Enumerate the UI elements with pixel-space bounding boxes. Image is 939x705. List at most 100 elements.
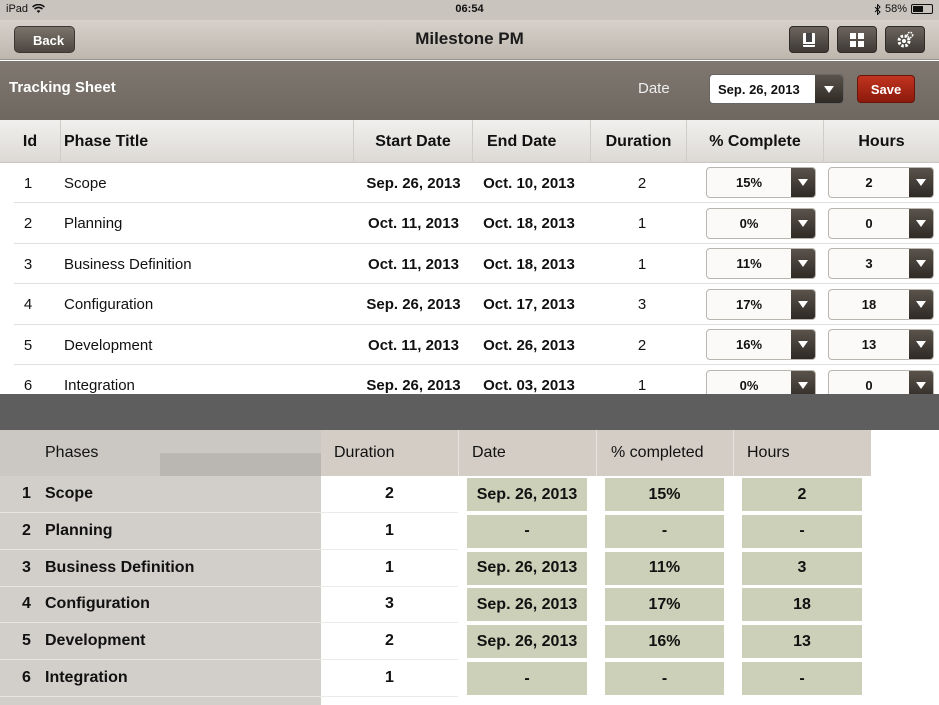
date-select[interactable]: Sep. 26, 2013 bbox=[709, 74, 844, 104]
summary-row[interactable]: 2 Planning 1- - - bbox=[0, 513, 871, 550]
summary-row-hours: 13 bbox=[742, 625, 862, 659]
summary-row[interactable]: 6 Integration 1- - - bbox=[0, 660, 871, 697]
summary-row-duration: 2 bbox=[321, 623, 458, 661]
row-id: 4 bbox=[23, 296, 33, 313]
summary-row-completed: 16% bbox=[605, 625, 724, 659]
tracking-sheet-title: Tracking Sheet bbox=[9, 79, 116, 96]
summary-row-hours: 3 bbox=[742, 551, 862, 585]
summary-row-phase: Scope bbox=[45, 485, 94, 502]
row-duration: 1 bbox=[637, 255, 647, 273]
row-duration: 1 bbox=[637, 215, 647, 232]
row-phase-title: Scope bbox=[64, 174, 107, 192]
row-duration: 2 bbox=[637, 336, 647, 354]
row-end-date: Oct. 17, 2013 bbox=[483, 296, 575, 313]
percent-complete-select[interactable]: 0% bbox=[706, 207, 816, 239]
summary-row-phase: Business Definition bbox=[45, 558, 195, 576]
bluetooth-icon bbox=[874, 3, 881, 15]
summary-row-completed: 11% bbox=[605, 551, 724, 585]
header-summary-date: Date bbox=[458, 430, 596, 476]
table-row[interactable]: 4 Configuration Sep. 26, 2013 Oct. 17, 2013… bbox=[0, 285, 939, 325]
hours-value: 0 bbox=[865, 377, 873, 393]
summary-phase-cell: 3 Business Definition bbox=[0, 550, 321, 587]
phases-header-cell: Phases bbox=[0, 430, 321, 476]
summary-row-duration: 1 bbox=[321, 513, 458, 550]
summary-phase-cell: 6 Integration bbox=[0, 660, 321, 697]
row-phase-title: Integration bbox=[64, 377, 135, 394]
hours-select[interactable]: 0 bbox=[828, 207, 934, 239]
row-id: 5 bbox=[23, 336, 33, 354]
percent-complete-value: 17% bbox=[735, 296, 763, 312]
row-end-date: Oct. 26, 2013 bbox=[483, 336, 575, 354]
row-phase-title: Development bbox=[64, 336, 153, 354]
table-row[interactable]: 6 Integration Sep. 26, 2013 Oct. 03, 2013 1 0… bbox=[0, 366, 939, 394]
row-id: 2 bbox=[23, 215, 33, 232]
summary-row-phase: Integration bbox=[45, 669, 128, 686]
settings-button[interactable] bbox=[885, 26, 925, 53]
summary-row-id: 1 bbox=[22, 485, 31, 502]
summary-table: Phases Duration Date % completed Hours 1… bbox=[0, 430, 939, 705]
row-start-date: Oct. 11, 2013 bbox=[368, 255, 459, 273]
summary-row-completed: 17% bbox=[605, 588, 724, 622]
grid-icon bbox=[850, 32, 864, 47]
summary-row-completed: - bbox=[605, 662, 724, 695]
chevron-down-icon bbox=[791, 289, 815, 319]
summary-row-completed: - bbox=[605, 514, 724, 548]
header-phase-title: Phase Title bbox=[61, 120, 354, 163]
table-row[interactable]: 1 Scope Sep. 26, 2013 Oct. 10, 2013 2 15% 2 bbox=[0, 163, 939, 203]
header-summary-completed: % completed bbox=[596, 430, 733, 476]
percent-complete-select[interactable]: 11% bbox=[706, 248, 816, 279]
table-row[interactable]: 3 Business Definition Oct. 11, 2013 Oct. 18… bbox=[0, 244, 939, 284]
hours-select[interactable]: 3 bbox=[828, 248, 934, 279]
summary-row-duration: 1 bbox=[321, 660, 458, 697]
chevron-down-icon bbox=[909, 370, 933, 394]
hours-value: 13 bbox=[861, 337, 877, 352]
settings-gear-icon bbox=[897, 31, 914, 47]
summary-row-duration: 1 bbox=[321, 550, 458, 587]
summary-row-phase: Configuration bbox=[45, 595, 150, 613]
table-row[interactable]: 2 Planning Oct. 11, 2013 Oct. 18, 2013 1 0% 0 bbox=[0, 204, 939, 244]
summary-row-date: Sep. 26, 2013 bbox=[467, 625, 587, 659]
summary-row[interactable]: 1 Scope 2 Sep. 26, 2013 15% 2 bbox=[0, 476, 871, 513]
percent-complete-value: 0% bbox=[739, 377, 759, 393]
hours-select[interactable]: 13 bbox=[828, 329, 934, 360]
hours-value: 18 bbox=[861, 296, 877, 312]
row-start-date: Oct. 11, 2013 bbox=[368, 336, 459, 354]
date-select-value: Sep. 26, 2013 bbox=[718, 82, 800, 97]
summary-row-hours: - bbox=[742, 514, 862, 548]
chevron-down-icon bbox=[909, 208, 933, 238]
row-start-date: Sep. 26, 2013 bbox=[366, 296, 461, 313]
header-start-date: Start Date bbox=[354, 120, 473, 163]
header-summary-duration: Duration bbox=[321, 430, 458, 476]
row-duration: 1 bbox=[637, 377, 647, 394]
chevron-down-icon bbox=[791, 330, 815, 359]
percent-complete-value: 11% bbox=[736, 256, 762, 271]
table-row[interactable]: 5 Development Oct. 11, 2013 Oct. 26, 2013 2 1… bbox=[0, 325, 939, 365]
chevron-down-icon bbox=[909, 249, 933, 278]
tracking-toolbar: Tracking Sheet Date Sep. 26, 2013 Save bbox=[0, 61, 939, 120]
percent-complete-select[interactable]: 17% bbox=[706, 288, 816, 320]
grid-button[interactable] bbox=[837, 26, 877, 53]
status-bar: iPad 06:54 58% bbox=[0, 0, 939, 20]
row-id: 1 bbox=[23, 174, 33, 192]
hours-select[interactable]: 0 bbox=[828, 369, 934, 394]
summary-row[interactable]: 5 Development 2 Sep. 26, 2013 16% 13 bbox=[0, 623, 871, 661]
hours-select[interactable]: 2 bbox=[828, 167, 934, 198]
percent-complete-select[interactable]: 16% bbox=[706, 329, 816, 360]
section-divider bbox=[0, 394, 939, 430]
book-button[interactable] bbox=[789, 26, 829, 53]
summary-row[interactable]: 4 Configuration 3 Sep. 26, 2013 17% 18 bbox=[0, 586, 871, 624]
row-start-date: Sep. 26, 2013 bbox=[366, 377, 461, 394]
hours-select[interactable]: 18 bbox=[828, 288, 934, 320]
summary-row[interactable]: 3 Business Definition 1 Sep. 26, 2013 11% 3 bbox=[0, 550, 871, 587]
header-end-date: End Date bbox=[473, 120, 591, 163]
chevron-down-icon bbox=[909, 330, 933, 359]
chevron-down-icon bbox=[791, 208, 815, 238]
summary-phase-cell: 2 Planning bbox=[0, 513, 321, 550]
summary-row-hours: 2 bbox=[742, 478, 862, 511]
save-button[interactable]: Save bbox=[857, 75, 915, 103]
row-end-date: Oct. 18, 2013 bbox=[483, 215, 575, 232]
summary-row-id: 5 bbox=[22, 632, 31, 650]
summary-row-phase: Planning bbox=[45, 521, 113, 539]
percent-complete-select[interactable]: 0% bbox=[706, 369, 816, 394]
percent-complete-select[interactable]: 15% bbox=[706, 167, 816, 198]
